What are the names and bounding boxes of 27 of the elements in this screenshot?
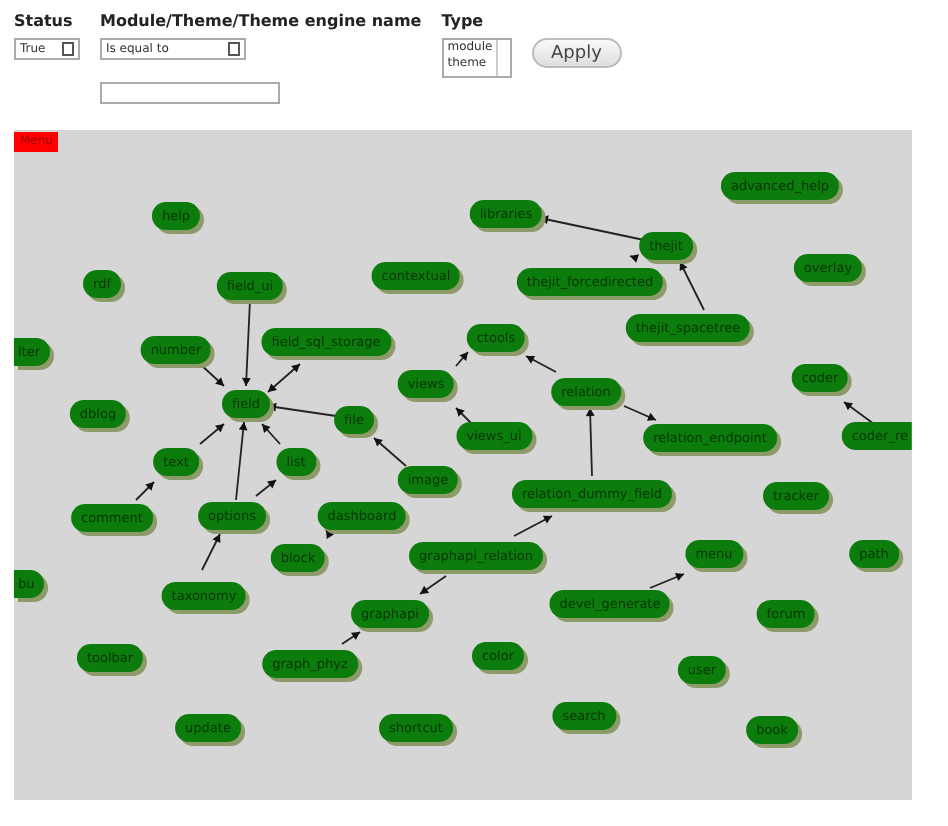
name-field[interactable] xyxy=(100,82,280,104)
arrow xyxy=(455,351,469,367)
arrow xyxy=(455,407,473,425)
arrow xyxy=(242,299,251,387)
arrow xyxy=(679,261,705,311)
arrow xyxy=(135,481,155,501)
name-label: Module/Theme/Theme engine name xyxy=(100,12,422,30)
arrow xyxy=(525,355,557,373)
arrow xyxy=(341,631,361,645)
arrow xyxy=(267,363,301,393)
arrow xyxy=(201,533,221,571)
arrow xyxy=(255,479,277,497)
arrow xyxy=(373,437,407,467)
status-label: Status xyxy=(14,12,75,30)
arrow xyxy=(623,405,657,421)
type-label: Type xyxy=(441,12,486,30)
arrow xyxy=(649,573,685,589)
arrow xyxy=(235,421,248,501)
arrow xyxy=(843,401,875,425)
apply-button[interactable]: Apply xyxy=(531,38,622,68)
arrow xyxy=(261,423,281,445)
arrow xyxy=(585,407,595,477)
arrow xyxy=(199,363,225,387)
arrow xyxy=(419,575,447,595)
arrow xyxy=(199,423,225,445)
arrow xyxy=(513,515,553,537)
arrow xyxy=(629,254,639,263)
